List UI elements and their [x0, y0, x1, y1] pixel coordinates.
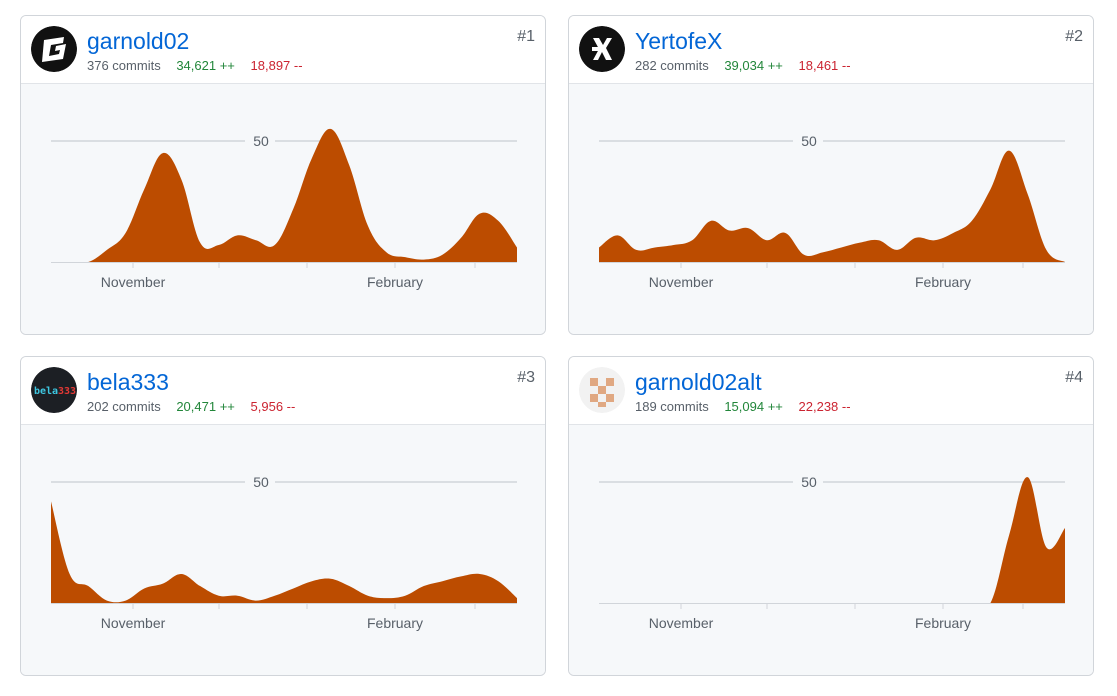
contributor-header: garnold02alt 189 commits 15,094 ++ 22,23… [569, 357, 1093, 425]
commit-activity-graph: 50 November February [599, 132, 1065, 290]
contributor-username[interactable]: YertofeX [635, 27, 722, 55]
commit-activity-graph: 50 November February [599, 473, 1065, 631]
commit-area-series [51, 501, 517, 603]
commit-activity-graph: 50 November February [51, 128, 517, 290]
contributor-card: garnold02alt 189 commits 15,094 ++ 22,23… [568, 356, 1094, 676]
reference-label: 50 [801, 133, 817, 149]
commit-activity-chart: 50 November February [569, 84, 1093, 334]
contributor-header: YertofeX 282 commits 39,034 ++ 18,461 --… [569, 16, 1093, 84]
commit-activity-chart: 50 November February [569, 425, 1093, 675]
x-tick-label: November [649, 615, 714, 631]
contributor-card: garnold02 376 commits 34,621 ++ 18,897 -… [20, 15, 546, 335]
x-tick-label: February [367, 274, 423, 290]
commit-area-series [599, 477, 1065, 603]
commit-activity-chart: 50 November February [21, 84, 545, 334]
reference-label: 50 [801, 474, 817, 490]
contributor-stats: 189 commits 15,094 ++ 22,238 -- [635, 399, 863, 415]
x-tick-label: February [367, 615, 423, 631]
additions-count: 39,034 ++ [724, 58, 783, 73]
g-logo-avatar-icon[interactable] [31, 26, 77, 72]
commit-activity-graph: 50 November February [51, 473, 517, 631]
additions-count: 15,094 ++ [724, 399, 783, 414]
contributor-username[interactable]: garnold02 [87, 27, 189, 55]
deletions-count: 18,461 -- [798, 58, 851, 73]
x-logo-avatar-icon[interactable] [579, 26, 625, 72]
rank-badge: #4 [1065, 369, 1083, 386]
rank-badge: #3 [517, 369, 535, 386]
contributors-grid: garnold02 376 commits 34,621 ++ 18,897 -… [0, 0, 1117, 696]
reference-label: 50 [253, 474, 269, 490]
bela333-logo-avatar-icon[interactable]: bela 333 [31, 367, 77, 413]
commit-count[interactable]: 376 commits [87, 58, 161, 73]
commit-activity-chart: 50 November February [21, 425, 545, 675]
svg-text:333: 333 [58, 386, 76, 397]
x-tick-label: November [101, 274, 166, 290]
contributor-stats: 376 commits 34,621 ++ 18,897 -- [87, 58, 315, 74]
deletions-count: 22,238 -- [798, 399, 851, 414]
x-tick-label: February [915, 274, 971, 290]
commit-count[interactable]: 202 commits [87, 399, 161, 414]
deletions-count: 5,956 -- [250, 399, 296, 414]
contributor-header: bela 333 bela333 202 commits 20,471 ++ 5… [21, 357, 545, 425]
x-tick-label: November [101, 615, 166, 631]
x-tick-label: February [915, 615, 971, 631]
commit-count[interactable]: 189 commits [635, 399, 709, 414]
commit-area-series [51, 128, 517, 262]
commit-area-series [599, 150, 1065, 262]
contributor-username[interactable]: garnold02alt [635, 368, 762, 396]
deletions-count: 18,897 -- [250, 58, 303, 73]
reference-label: 50 [253, 133, 269, 149]
additions-count: 20,471 ++ [176, 399, 235, 414]
contributor-card: bela 333 bela333 202 commits 20,471 ++ 5… [20, 356, 546, 676]
svg-text:bela: bela [34, 386, 58, 397]
contributor-stats: 202 commits 20,471 ++ 5,956 -- [87, 399, 307, 415]
rank-badge: #2 [1065, 28, 1083, 45]
contributor-stats: 282 commits 39,034 ++ 18,461 -- [635, 58, 863, 74]
contributor-username[interactable]: bela333 [87, 368, 169, 396]
x-tick-label: November [649, 274, 714, 290]
pixel-face-avatar-icon[interactable] [579, 367, 625, 413]
contributor-card: YertofeX 282 commits 39,034 ++ 18,461 --… [568, 15, 1094, 335]
additions-count: 34,621 ++ [176, 58, 235, 73]
contributor-header: garnold02 376 commits 34,621 ++ 18,897 -… [21, 16, 545, 84]
rank-badge: #1 [517, 28, 535, 45]
commit-count[interactable]: 282 commits [635, 58, 709, 73]
